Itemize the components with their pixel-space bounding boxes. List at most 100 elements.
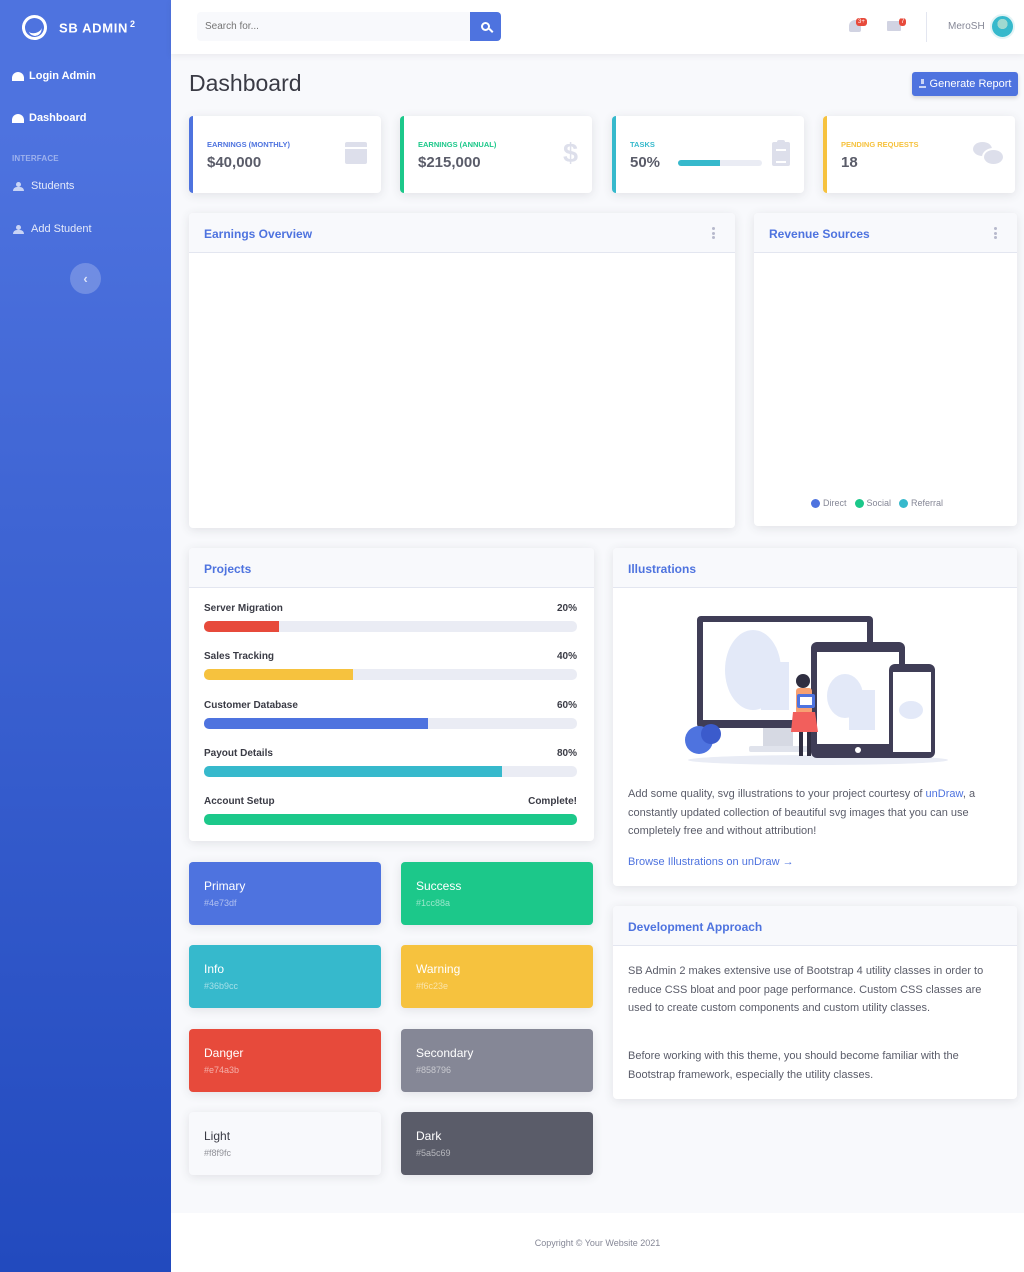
copyright-text: Copyright © Your Website 2021	[534, 1238, 661, 1248]
calendar-icon	[345, 142, 367, 164]
color-card-secondary: Secondary #858796	[401, 1029, 593, 1092]
project-progress-fill	[204, 766, 503, 777]
color-card-success: Success #1cc88a	[401, 862, 593, 925]
color-card-danger: Danger #e74a3b	[189, 1029, 381, 1092]
color-hex: #4e73df	[204, 898, 237, 908]
project-progress	[204, 718, 577, 729]
development-paragraph: SB Admin 2 makes extensive use of Bootst…	[628, 965, 984, 1014]
card-title: Revenue Sources	[769, 227, 870, 241]
sidebar-item-login-admin[interactable]: Login Admin	[12, 70, 96, 82]
chevron-left-icon: ‹	[83, 271, 88, 286]
color-card-warning: Warning #f6c23e	[401, 945, 593, 1008]
sidebar-heading: Interface	[12, 154, 59, 163]
generate-report-button[interactable]: Generate Report	[912, 72, 1018, 96]
project-progress-fill	[204, 621, 279, 632]
project-value: 60%	[556, 700, 577, 711]
illustrations-card: Illustrations Add some quality, svg illu…	[613, 548, 1017, 886]
color-name: Danger	[204, 1046, 244, 1060]
users-icon	[12, 181, 26, 191]
user-name[interactable]: MeroSH	[948, 21, 985, 32]
illustrations-text: Add some quality, svg illustrations to y…	[628, 788, 976, 837]
color-card-primary: Primary #4e73df	[189, 862, 381, 925]
sidebar-item-label: Dashboard	[29, 112, 87, 124]
tachometer-icon	[12, 113, 24, 123]
color-card-dark: Dark #5a5c69	[401, 1112, 593, 1175]
alerts-badge: 3+	[856, 18, 867, 26]
browse-illustrations-link[interactable]: Browse Illustrations on unDraw →	[628, 853, 794, 872]
brand[interactable]: SB ADMIN 2	[0, 0, 171, 54]
sidebar-item-label: Login Admin	[29, 70, 96, 82]
project-progress-fill	[204, 669, 354, 680]
project-value: Complete!	[528, 796, 577, 807]
stat-card-earnings-annual: Earnings (Annual) $215,000 $	[400, 116, 592, 193]
ellipsis-v-icon[interactable]	[994, 227, 997, 239]
messages-badge: 7	[899, 18, 907, 26]
comments-icon	[973, 142, 1005, 166]
sidebar-item-dashboard[interactable]: Dashboard	[12, 112, 86, 124]
ellipsis-v-icon[interactable]	[712, 227, 715, 239]
search-input[interactable]	[197, 12, 470, 41]
users-icon	[12, 224, 26, 234]
project-name: Customer Database	[204, 700, 298, 711]
project-progress	[204, 766, 577, 777]
development-paragraph: Before working with this theme, you shou…	[628, 1050, 959, 1081]
color-hex: #e74a3b	[204, 1065, 240, 1075]
sidebar-item-students[interactable]: Students	[12, 180, 74, 192]
project-value: 40%	[556, 651, 577, 662]
sidebar: SB ADMIN 2 Login Admin Dashboard Interfac…	[0, 0, 171, 1272]
topbar: 3+ 7 MeroSH	[171, 0, 1024, 54]
tasks-progress-fill	[678, 160, 720, 166]
color-card-info: Info #36b9cc	[189, 945, 381, 1008]
stat-value: $215,000	[418, 154, 481, 171]
search-button[interactable]	[470, 12, 501, 41]
circle-icon	[811, 498, 820, 508]
legend-item-social: Social	[854, 498, 891, 508]
revenue-sources-card: Revenue Sources Direct Social Referral	[754, 213, 1017, 526]
project-value: 80%	[556, 748, 577, 759]
color-name: Dark	[416, 1129, 442, 1143]
circle-icon	[854, 498, 864, 508]
color-name: Info	[204, 962, 225, 976]
project-item: Customer Database 60%	[204, 700, 577, 729]
color-card-light: Light #f8f9fc	[189, 1112, 381, 1175]
color-hex: #f6c23e	[416, 981, 449, 991]
tachometer-icon	[12, 71, 24, 81]
color-hex: #f8f9fc	[204, 1148, 232, 1158]
legend-label: Direct	[823, 498, 847, 508]
project-value: 20%	[556, 603, 577, 614]
project-item: Server Migration 20%	[204, 603, 577, 632]
generate-report-label: Generate Report	[929, 78, 1012, 90]
page-title: Dashboard	[189, 70, 302, 96]
avatar[interactable]	[990, 14, 1015, 39]
earnings-overview-card: Earnings Overview	[189, 213, 735, 528]
search-icon	[481, 22, 490, 31]
color-name: Success	[416, 879, 462, 893]
sidebar-toggle-button[interactable]: ‹	[70, 263, 101, 294]
card-title: Illustrations	[628, 562, 697, 576]
project-progress	[204, 814, 577, 825]
card-title: Development Approach	[628, 920, 763, 934]
legend-label: Referral	[911, 498, 944, 508]
project-item: Sales Tracking 40%	[204, 651, 577, 680]
stat-value: 18	[841, 154, 858, 171]
undraw-link[interactable]: unDraw	[926, 788, 963, 800]
project-progress	[204, 669, 577, 680]
sidebar-item-add-student[interactable]: Add Student	[12, 223, 92, 235]
project-item: Payout Details 80%	[204, 748, 577, 777]
color-name: Light	[204, 1129, 231, 1143]
legend-item-referral: Referral	[899, 498, 943, 508]
project-name: Server Migration	[204, 603, 283, 614]
chart-legend: Direct Social Referral	[811, 498, 951, 508]
project-item: Account Setup Complete!	[204, 796, 577, 825]
earnings-chart-area	[189, 253, 735, 528]
color-hex: #5a5c69	[416, 1148, 451, 1158]
circle-icon	[899, 498, 909, 508]
topbar-divider	[926, 12, 927, 42]
development-approach-card: Development Approach SB Admin 2 makes ex…	[613, 906, 1017, 1099]
undraw-illustration	[685, 616, 948, 765]
card-title: Earnings Overview	[204, 227, 313, 241]
color-name: Primary	[204, 879, 246, 893]
stat-value: 50%	[630, 154, 661, 171]
project-progress-fill	[204, 718, 428, 729]
clipboard-icon	[772, 140, 790, 166]
